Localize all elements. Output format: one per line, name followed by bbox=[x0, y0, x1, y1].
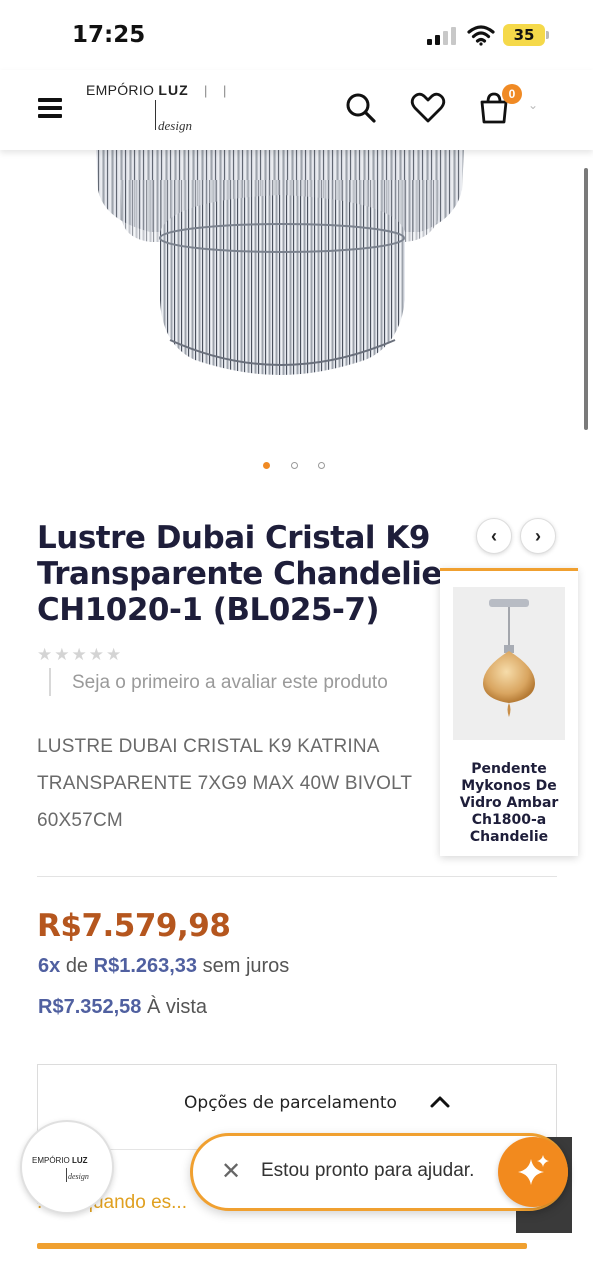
cart-count-badge: 0 bbox=[502, 84, 522, 104]
sparkle-icon bbox=[518, 1155, 549, 1185]
installment-suffix: sem juros bbox=[202, 955, 290, 977]
installment-count: 6x bbox=[38, 955, 61, 977]
installment-options-toggle[interactable]: Opções de parcelamento bbox=[38, 1093, 543, 1113]
section-divider bbox=[37, 876, 557, 877]
signal-icon bbox=[427, 27, 459, 45]
cash-price: R$7.352,58 bbox=[38, 996, 142, 1018]
chat-prompt-text: Estou pronto para ajudar. bbox=[261, 1160, 475, 1181]
status-bar: 17:25 35 bbox=[0, 0, 593, 70]
chevron-down-icon: ⌄ bbox=[528, 98, 539, 112]
battery-icon: 35 bbox=[503, 24, 545, 46]
chevron-up-icon[interactable] bbox=[428, 1091, 452, 1111]
battery-tip bbox=[546, 31, 549, 39]
related-product-image bbox=[453, 587, 565, 740]
gallery-dot-1[interactable] bbox=[263, 462, 270, 469]
chat-logo-divider bbox=[66, 1168, 67, 1182]
chat-open-button[interactable] bbox=[498, 1137, 568, 1207]
site-logo[interactable]: EMPÓRIO LUZ | | design bbox=[86, 80, 236, 140]
related-product-name: Pendente Mykonos De Vidro Ambar Ch1800-a… bbox=[459, 761, 559, 845]
menu-icon[interactable] bbox=[38, 98, 62, 118]
installment-value: R$1.263,33 bbox=[93, 955, 198, 977]
related-next-button[interactable]: › bbox=[520, 518, 556, 554]
heart-icon[interactable] bbox=[408, 88, 448, 128]
rating-divider bbox=[49, 668, 51, 696]
logo-bars: | | bbox=[204, 83, 233, 98]
product-image-gallery[interactable] bbox=[0, 150, 593, 450]
accent-bar bbox=[37, 1243, 527, 1249]
rating-cta-link[interactable]: Seja o primeiro a avaliar este produto bbox=[72, 672, 388, 694]
logo-divider bbox=[155, 100, 156, 130]
gallery-pagination bbox=[0, 462, 593, 472]
product-description: LUSTRE DUBAI CRISTAL K9 KATRINA TRANSPAR… bbox=[37, 736, 412, 831]
cash-price-label: À vista bbox=[146, 996, 208, 1018]
installment-prefix: de bbox=[65, 955, 89, 977]
logo-sub: design bbox=[158, 118, 192, 133]
close-icon[interactable]: ✕ bbox=[221, 1158, 241, 1186]
chat-avatar-logo[interactable]: EMPÓRIO LUZ design bbox=[20, 1120, 114, 1214]
product-price: R$7.579,98 bbox=[37, 908, 231, 944]
site-header: EMPÓRIO LUZ | | design bbox=[0, 70, 593, 150]
status-time: 17:25 bbox=[72, 22, 146, 48]
gallery-dot-3[interactable] bbox=[318, 462, 325, 469]
product-title: Lustre Dubai Cristal K9 Transparente Cha… bbox=[37, 520, 442, 628]
product-image bbox=[96, 150, 464, 375]
logo-main: EMPÓRIO LUZ bbox=[86, 82, 189, 98]
chat-logo-sub: design bbox=[68, 1172, 89, 1181]
page-scrollbar[interactable] bbox=[584, 168, 588, 430]
cash-price-info: R$7.352,58 À vista bbox=[38, 996, 207, 1019]
rating-stars[interactable]: ★★★★★ bbox=[37, 645, 123, 665]
wifi-icon bbox=[467, 25, 495, 46]
gallery-dot-2[interactable] bbox=[291, 462, 298, 469]
installment-info: 6x de R$1.263,33 sem juros bbox=[38, 955, 289, 978]
search-icon[interactable] bbox=[341, 88, 381, 128]
related-prev-button[interactable]: ‹ bbox=[476, 518, 512, 554]
chat-logo-main: EMPÓRIO LUZ bbox=[32, 1156, 88, 1165]
related-product-card[interactable]: Pendente Mykonos De Vidro Ambar Ch1800-a… bbox=[440, 568, 578, 856]
